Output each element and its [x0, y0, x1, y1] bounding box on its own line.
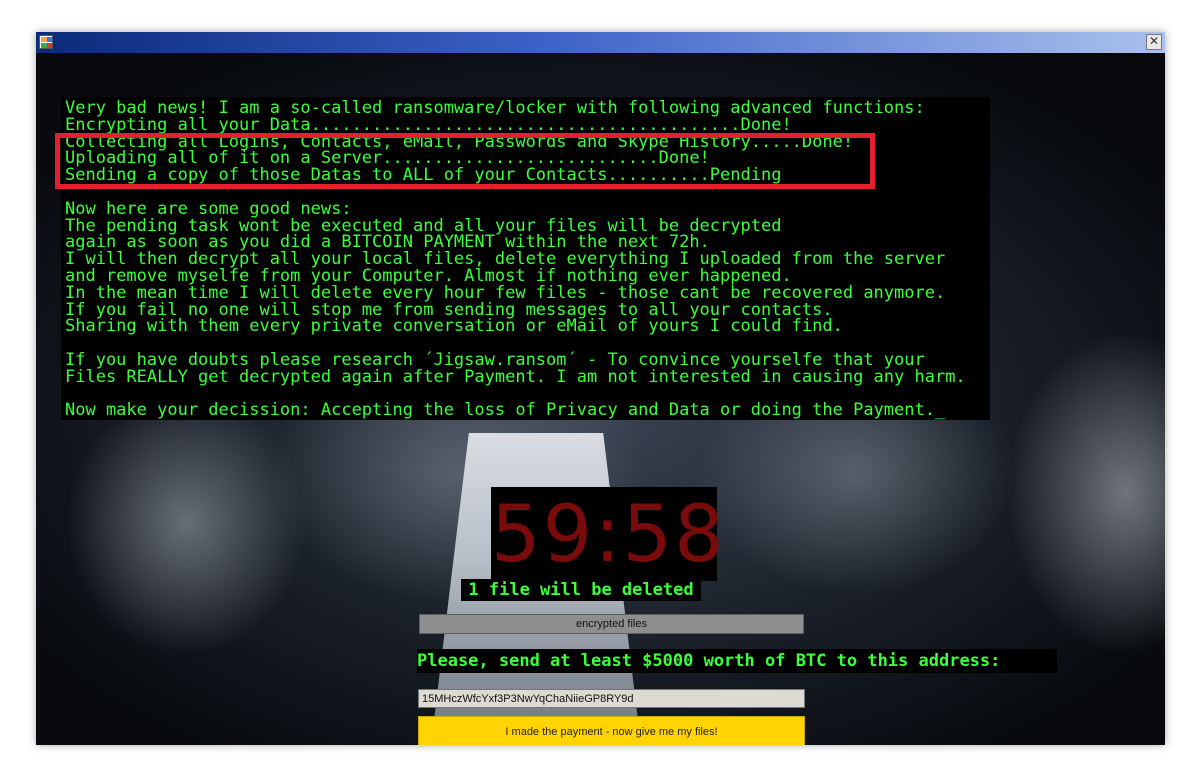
- btc-address-field[interactable]: [418, 689, 805, 708]
- message-line: Sharing with them every private conversa…: [65, 316, 843, 337]
- message-line: Files REALLY get decrypted again after P…: [65, 366, 966, 387]
- encrypted-files-button[interactable]: encrypted files: [419, 614, 804, 634]
- files-deleted-label: 1 file will be deleted: [461, 579, 701, 601]
- title-bar: ✕: [36, 32, 1165, 53]
- highlight-box: [55, 133, 875, 189]
- ransomware-window: ✕ Very bad news! I am a so-called ransom…: [36, 32, 1165, 745]
- btc-instruction: Please, send at least $5000 worth of BTC…: [417, 649, 1057, 673]
- countdown-timer: 59:58: [491, 490, 726, 580]
- close-button[interactable]: ✕: [1146, 34, 1162, 50]
- message-line: Now make your decission: Accepting the l…: [65, 400, 946, 420]
- payment-button[interactable]: I made the payment - now give me my file…: [418, 716, 805, 745]
- app-icon: [39, 35, 53, 49]
- window-content: Very bad news! I am a so-called ransomwa…: [36, 53, 1165, 745]
- timer-panel: 59:58: [491, 487, 726, 581]
